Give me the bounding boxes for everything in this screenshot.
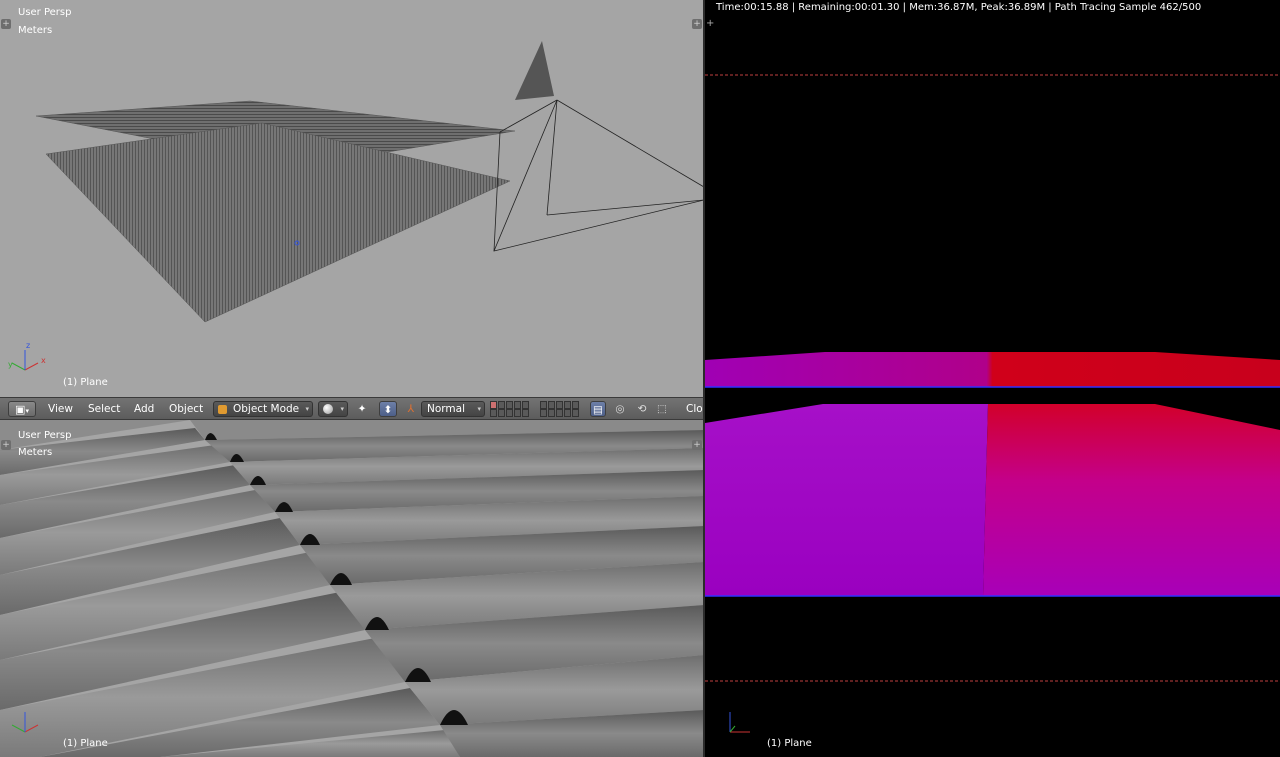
axis-z-label: z xyxy=(26,341,31,350)
object-label: (1) Plane xyxy=(767,738,812,749)
layer-lock-icon: ▤ xyxy=(593,404,603,416)
transform-axes-icon[interactable]: ⅄ xyxy=(402,401,420,417)
solid-sphere-icon xyxy=(323,404,333,414)
object-label: (1) Plane xyxy=(63,377,108,388)
area-split-handle-tl[interactable]: + xyxy=(1,19,11,29)
axis-x-label: x xyxy=(41,356,46,365)
render-bottom-plane-right xyxy=(983,404,1280,596)
chevron-down-icon: ▾ xyxy=(340,405,344,413)
viewport-bottom-left[interactable]: User Persp Meters (1) Plane + + xyxy=(0,420,704,757)
mode-select[interactable]: Object Mode ▾ xyxy=(213,401,313,417)
view-name-label: User Persp xyxy=(18,7,72,18)
object-mode-icon xyxy=(218,405,227,414)
shading-select[interactable]: ▾ xyxy=(318,401,348,417)
camera-object xyxy=(493,41,704,252)
area-split-handle-bl[interactable]: + xyxy=(1,440,11,450)
units-label: Meters xyxy=(18,447,53,458)
axis-gizmo-top xyxy=(11,350,39,371)
orientation-select[interactable]: Normal ▾ xyxy=(421,401,485,417)
lock-camera-button[interactable]: ▤ xyxy=(590,401,606,417)
scene-bottom-left xyxy=(0,420,704,757)
cube-view-icon: ▣ xyxy=(15,403,26,416)
menu-add[interactable]: Add xyxy=(134,401,154,417)
snap-element-icon[interactable]: ⬚ xyxy=(654,401,670,417)
scene-top-left xyxy=(11,41,704,371)
area-split-handle-br[interactable]: + xyxy=(692,440,702,450)
render-scene xyxy=(705,74,1280,733)
viewport-render[interactable]: Time:00:15.88 | Remaining:00:01.30 | Mem… xyxy=(705,0,1280,757)
menu-view[interactable]: View xyxy=(48,401,73,417)
pivot-icon[interactable]: ✦ xyxy=(354,401,370,417)
layer-buttons-group-2[interactable] xyxy=(540,400,584,417)
object-label: (1) Plane xyxy=(63,738,108,749)
snap-icon[interactable]: ⟲ xyxy=(634,401,650,417)
view-name-label: User Persp xyxy=(18,430,72,441)
axis-gizmo-render xyxy=(729,712,750,733)
area-split-handle-render[interactable]: + xyxy=(706,18,714,29)
menu-select[interactable]: Select xyxy=(88,401,120,417)
manipulator-toggle-button[interactable]: ⬍ xyxy=(379,401,397,417)
units-label: Meters xyxy=(18,25,53,36)
axis-y-label: y xyxy=(8,360,13,369)
menu-object[interactable]: Object xyxy=(169,401,203,417)
mode-label: Object Mode xyxy=(233,403,300,415)
chevron-down-icon: ▾ xyxy=(477,405,481,413)
render-bottom-plane-left xyxy=(705,404,988,596)
area-split-handle-tr[interactable]: + xyxy=(692,19,702,29)
render-top-plane xyxy=(705,352,1280,387)
manipulator-icon: ⬍ xyxy=(383,404,393,416)
truncated-label: Clo xyxy=(686,403,703,415)
viewport-top-left[interactable]: User Persp Meters (1) Plane x z y + + xyxy=(0,0,704,397)
chevron-down-icon: ▾ xyxy=(305,405,309,413)
lower-plane-mesh xyxy=(45,122,511,323)
viewport-header: ▣▾ View Select Add Object Object Mode ▾ … xyxy=(0,397,704,420)
editor-type-button[interactable]: ▣▾ xyxy=(8,401,36,417)
layer-buttons-group-1[interactable] xyxy=(490,400,534,417)
render-status-text: Time:00:15.88 | Remaining:00:01.30 | Mem… xyxy=(716,2,1202,13)
render-icon[interactable]: ◎ xyxy=(612,401,628,417)
orientation-label: Normal xyxy=(427,403,465,415)
